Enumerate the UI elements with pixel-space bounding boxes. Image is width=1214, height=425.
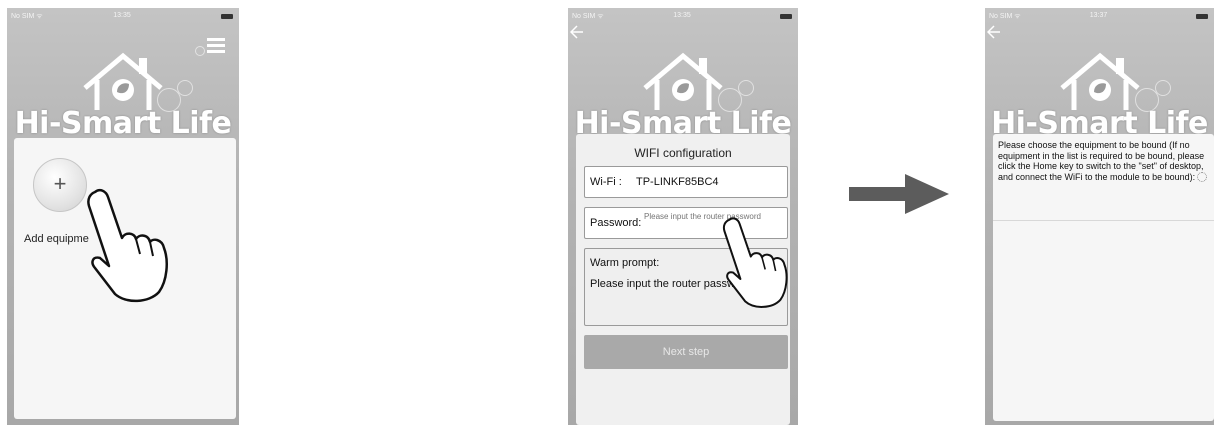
phone-screen-home: No SIM ᯤ 13:35 Hi-Smart Life + Add equip… (7, 8, 239, 425)
wifi-ssid-field[interactable]: Wi-Fi : TP-LINKF85BC4 (584, 166, 788, 198)
wifi-label: Wi-Fi : (590, 176, 622, 188)
status-bar: No SIM ᯤ 13:35 (572, 12, 792, 24)
phone-screen-wifi-config: No SIM ᯤ 13:35 Hi-Smart Life WIFI config… (568, 8, 798, 425)
divider (993, 220, 1214, 221)
right-arrow-icon (849, 174, 949, 214)
clock-label: 13:35 (113, 12, 131, 19)
back-arrow-icon[interactable] (570, 25, 584, 39)
clock-label: 13:37 (1089, 12, 1108, 19)
equipment-list-panel: Please choose the equipment to be bound … (993, 134, 1214, 421)
battery-icon (780, 14, 792, 19)
pointing-hand-icon (87, 188, 168, 303)
bind-instructions: Please choose the equipment to be bound … (998, 140, 1210, 183)
add-equipment-button[interactable]: + (33, 158, 87, 212)
battery-icon (1196, 14, 1208, 19)
app-logo: Hi-Smart Life (568, 48, 798, 144)
phone-screen-bind-equipment: No SIM ᯤ 13:37 Hi-Smart Life Please choo… (985, 8, 1214, 425)
status-bar: No SIM ᯤ 13:35 (11, 12, 233, 24)
app-title: Hi-Smart Life (14, 106, 232, 141)
pointing-hand-icon (722, 217, 788, 308)
page-title: WIFI configuration (634, 146, 732, 160)
warm-prompt-title: Warm prompt: (590, 257, 660, 269)
password-label: Password: (590, 217, 642, 229)
bind-instructions-text: Please choose the equipment to be bound … (998, 140, 1205, 182)
loading-spinner-icon (1197, 172, 1208, 183)
app-logo: Hi-Smart Life (985, 48, 1214, 144)
app-logo: Hi-Smart Life (7, 48, 239, 144)
clock-label: 13:35 (673, 12, 691, 19)
wifi-ssid-value: TP-LINKF85BC4 (636, 176, 719, 188)
status-bar: No SIM ᯤ 13:37 (989, 12, 1208, 24)
next-step-button[interactable]: Next step (584, 335, 788, 369)
back-arrow-icon[interactable] (987, 25, 1001, 39)
add-equipment-label: Add equipme (24, 233, 89, 245)
battery-icon (221, 14, 233, 19)
